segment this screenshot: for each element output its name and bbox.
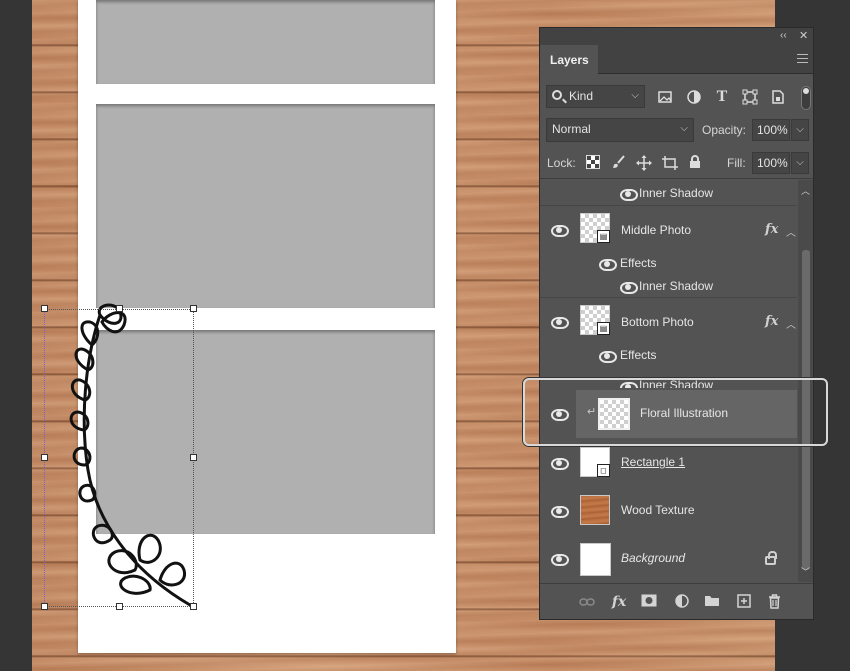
layer-thumbnail xyxy=(580,495,610,525)
collapse-panel-icon[interactable]: ‹‹ xyxy=(780,30,787,41)
eye-icon[interactable] xyxy=(620,189,638,201)
layer-row-background[interactable]: Background xyxy=(540,534,797,582)
layer-row-wood-texture[interactable]: Wood Texture xyxy=(540,486,797,534)
blend-row: Normal ⌵ Opacity: 100% ⌵ xyxy=(540,115,813,147)
effect-label: Inner Shadow xyxy=(639,279,714,293)
layer-thumbnail: ◻ xyxy=(580,447,610,477)
lock-icon xyxy=(765,551,777,565)
lock-label: Lock: xyxy=(547,156,576,170)
chevron-down-icon: ⌵ xyxy=(680,123,688,134)
layer-name: Rectangle 1 xyxy=(621,455,686,469)
eye-icon[interactable] xyxy=(551,317,569,329)
fill-input[interactable]: 100% xyxy=(752,152,790,174)
image-filter-icon[interactable] xyxy=(657,89,673,105)
filter-kind-label: Kind xyxy=(569,89,594,103)
layer-thumbnail: ▤ xyxy=(580,305,610,335)
effects-label: Effects xyxy=(620,348,657,362)
eye-icon[interactable] xyxy=(551,225,569,237)
smart-object-badge-icon: ▤ xyxy=(597,230,610,243)
effect-label: Inner Shadow xyxy=(639,186,714,200)
blend-mode-value: Normal xyxy=(552,122,591,136)
smart-object-filter-icon[interactable] xyxy=(770,89,786,105)
middle-photo-placeholder xyxy=(96,104,435,308)
type-filter-icon[interactable]: T xyxy=(714,89,730,105)
transform-handle-bottom-left[interactable] xyxy=(41,603,48,610)
layer-name: Wood Texture xyxy=(621,503,695,517)
eye-icon[interactable] xyxy=(599,259,617,271)
panel-menu-icon[interactable] xyxy=(797,54,808,63)
fx-icon[interactable]: fx xyxy=(765,222,778,237)
scroll-down-icon[interactable]: ﹀ xyxy=(801,565,810,578)
top-photo-placeholder xyxy=(96,0,435,84)
transform-handle-right[interactable] xyxy=(190,454,197,461)
effect-row[interactable]: Inner Shadow xyxy=(540,180,797,206)
layer-thumbnail xyxy=(580,543,611,576)
eye-icon[interactable] xyxy=(551,554,569,566)
effect-row[interactable]: Inner Shadow xyxy=(540,274,797,298)
blend-mode-select[interactable]: Normal ⌵ xyxy=(546,118,694,142)
shape-badge-icon: ◻ xyxy=(597,464,610,477)
tab-layers[interactable]: Layers xyxy=(540,45,598,74)
panel-tab-bar: Layers xyxy=(540,45,813,74)
opacity-label: Opacity: xyxy=(702,123,747,137)
scroll-up-icon[interactable]: ︿ xyxy=(801,184,810,197)
close-panel-icon[interactable]: ✕ xyxy=(799,29,808,42)
lock-position-icon[interactable] xyxy=(636,155,652,171)
opacity-dropdown-icon[interactable]: ⌵ xyxy=(791,119,809,141)
chevron-up-icon[interactable]: ︿ xyxy=(786,316,796,331)
filter-toggle-switch[interactable] xyxy=(801,86,811,110)
adjustment-filter-icon[interactable] xyxy=(686,89,702,105)
layers-bottom-toolbar: fx xyxy=(540,583,813,619)
layer-name: Middle Photo xyxy=(621,223,692,237)
selected-layer-highlight xyxy=(523,378,828,446)
lock-image-pixels-icon[interactable] xyxy=(611,155,627,171)
transform-handle-top-left[interactable] xyxy=(41,305,48,312)
eye-icon[interactable] xyxy=(620,282,638,294)
smart-object-badge-icon: ▤ xyxy=(597,322,610,335)
effects-row[interactable]: Effects xyxy=(540,344,797,366)
new-layer-icon[interactable] xyxy=(735,594,753,610)
lock-row: Lock: Fill: 100% ⌵ xyxy=(540,147,813,179)
pasteboard-left xyxy=(0,0,32,671)
add-style-icon[interactable]: fx xyxy=(610,594,628,610)
filter-kind-select[interactable]: Kind ⌵ xyxy=(546,85,645,108)
opacity-input[interactable]: 100% xyxy=(752,119,790,141)
fx-icon[interactable]: fx xyxy=(765,314,778,329)
layer-row-bottom-photo[interactable]: ▤ Bottom Photo fx ︿ xyxy=(540,299,797,344)
panel-title-strip: ‹‹ ✕ xyxy=(540,28,813,45)
chevron-up-icon[interactable]: ︿ xyxy=(786,224,796,239)
lock-all-icon[interactable] xyxy=(687,155,703,171)
search-icon xyxy=(552,90,562,100)
shape-filter-icon[interactable] xyxy=(742,89,758,105)
transform-handle-bottom-right[interactable] xyxy=(190,603,197,610)
photoshop-workspace: ‹‹ ✕ Layers Kind ⌵ T Normal ⌵ Opacity: 1… xyxy=(0,0,850,671)
chevron-down-icon: ⌵ xyxy=(631,90,639,101)
effects-label: Effects xyxy=(620,256,657,270)
eye-icon[interactable] xyxy=(599,351,617,363)
fill-label: Fill: xyxy=(727,156,746,170)
transform-handle-top-right[interactable] xyxy=(190,305,197,312)
adjustment-layer-icon[interactable] xyxy=(673,594,691,610)
layers-panel: ‹‹ ✕ Layers Kind ⌵ T Normal ⌵ Opacity: 1… xyxy=(539,27,814,620)
delete-layer-icon[interactable] xyxy=(765,594,783,610)
eye-icon[interactable] xyxy=(551,458,569,470)
transform-handle-top[interactable] xyxy=(116,305,123,312)
transform-handle-bottom[interactable] xyxy=(116,603,123,610)
add-mask-icon[interactable] xyxy=(640,594,658,610)
layer-row-middle-photo[interactable]: ▤ Middle Photo fx ︿ xyxy=(540,207,797,252)
fill-dropdown-icon[interactable]: ⌵ xyxy=(791,152,809,174)
lock-artboard-icon[interactable] xyxy=(662,155,678,171)
link-layers-icon[interactable] xyxy=(578,594,596,610)
transform-handle-left[interactable] xyxy=(41,454,48,461)
new-group-icon[interactable] xyxy=(703,594,721,610)
layer-thumbnail: ▤ xyxy=(580,213,610,243)
lock-transparent-pixels-icon[interactable] xyxy=(585,155,601,171)
eye-icon[interactable] xyxy=(551,506,569,518)
effects-row[interactable]: Effects xyxy=(540,252,797,274)
transform-bounding-box[interactable] xyxy=(44,309,194,607)
layer-filter-row: Kind ⌵ T xyxy=(540,82,813,114)
layer-name: Background xyxy=(621,551,686,565)
layer-name: Bottom Photo xyxy=(621,315,694,329)
